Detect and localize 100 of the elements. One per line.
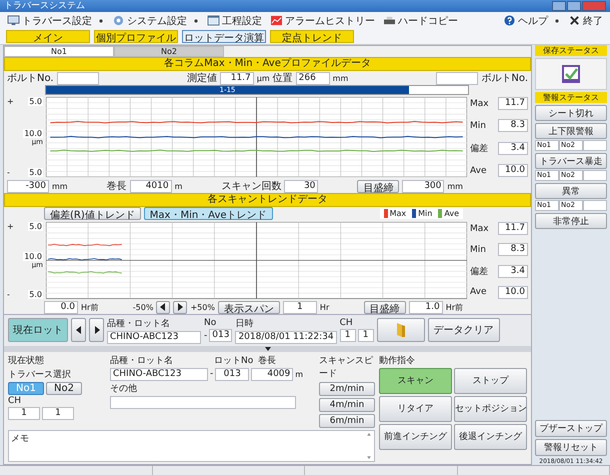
unit-label: mm — [447, 182, 463, 191]
value-field: 4010 — [130, 180, 172, 193]
previous-button[interactable] — [156, 300, 170, 314]
field-label: 位置 — [272, 72, 293, 85]
printer-icon — [383, 15, 396, 26]
field-label: No — [204, 318, 218, 328]
value-field: 300 — [402, 180, 444, 193]
axis-value: 5.0 — [28, 290, 43, 299]
value-field: 1.0 — [408, 300, 443, 314]
lot-number-field: 013 — [209, 329, 232, 342]
field-label: 日時 — [235, 318, 254, 330]
panel-title: 現在状態 — [8, 354, 45, 367]
toolbar-button[interactable]: トラバース設定 — [4, 13, 95, 28]
field-label: 測定値 — [186, 72, 217, 85]
bolt-number-field[interactable] — [436, 72, 478, 84]
display-span-button[interactable]: 表示スパン — [218, 300, 280, 314]
memo-field[interactable]: メモ — [8, 430, 375, 462]
field-label: 巻長 — [258, 354, 276, 367]
tab[interactable]: メイン — [6, 30, 90, 43]
field-label: トラバース選択 — [8, 368, 72, 381]
command-button[interactable]: リタイア — [379, 396, 452, 422]
scan-speed-button[interactable]: 2m/min — [319, 382, 375, 396]
tab[interactable]: ロットデータ演算 — [182, 30, 266, 43]
axis-value: 10.0 — [23, 128, 43, 138]
toolbar-button[interactable]: 工程設定 — [204, 13, 265, 28]
help-icon — [503, 15, 516, 26]
stat-label: 偏差 — [470, 142, 488, 155]
field-label: 巻長 — [106, 180, 127, 194]
bolt-number-field[interactable] — [56, 72, 99, 84]
section-header: 各スキャントレンドデータ — [4, 193, 531, 208]
traverse-button[interactable]: No2 — [46, 382, 82, 395]
current-lot-button[interactable]: 現在ロット — [8, 318, 68, 342]
stat-label: Ave — [470, 287, 486, 298]
stat-value: 8.3 — [498, 243, 528, 256]
alarm-button[interactable]: 上下限警報 — [535, 123, 607, 139]
command-button[interactable]: ストップ — [454, 368, 527, 394]
minimize-button[interactable] — [552, 1, 566, 11]
command-button[interactable]: セットポジション — [454, 396, 527, 422]
alarm-button[interactable]: 異常 — [535, 183, 607, 199]
unit-label: m — [295, 370, 304, 379]
field-label: スキャン回数 — [221, 180, 282, 194]
axis-sign: + — [7, 97, 14, 106]
trend-mode-button[interactable]: 偏差(R)値トレンド — [44, 207, 141, 220]
field-label: CH — [340, 318, 354, 328]
unit-label: Hr — [320, 302, 330, 312]
value-field: 1 — [282, 300, 317, 314]
close-icon — [568, 15, 581, 26]
sidebar-button[interactable]: ブザーストップ — [535, 420, 607, 437]
stat-value: 11.7 — [498, 97, 528, 110]
toolbar-button[interactable]: アラームヒストリー — [267, 13, 378, 28]
caret-icon — [554, 18, 560, 24]
tab[interactable]: No2 — [114, 46, 224, 57]
field-label: ボルトNo. — [481, 72, 528, 85]
other-field[interactable] — [110, 396, 296, 409]
unit-label: Hr前 — [446, 302, 463, 313]
toolbar-button[interactable]: ヘルプ — [500, 13, 551, 28]
toolbar-button[interactable]: ハードコピー — [380, 13, 461, 28]
close-button[interactable] — [582, 1, 606, 11]
maximize-button[interactable] — [567, 1, 581, 11]
next-button[interactable] — [89, 318, 104, 342]
channel-field: 1 — [42, 406, 74, 420]
tab[interactable]: 個別プロファイル — [94, 30, 178, 43]
tab[interactable]: No1 — [4, 46, 114, 57]
previous-button[interactable] — [71, 318, 86, 342]
unit-label: mm — [52, 182, 68, 191]
command-button[interactable]: 後退インチング — [454, 424, 527, 450]
alarm-button[interactable]: シート切れ — [535, 105, 607, 121]
stat-label: Min — [470, 244, 486, 255]
unit-label: Hr前 — [81, 302, 98, 313]
alarm-button[interactable]: トラバース暴走 — [535, 153, 607, 169]
tab[interactable]: 定点トレンド — [270, 30, 354, 43]
field-label: ボルトNo. — [7, 72, 54, 85]
folder-button[interactable] — [376, 318, 425, 342]
scale-button[interactable]: 目盛締 — [364, 300, 406, 314]
scale-button[interactable]: 目盛締 — [357, 180, 400, 193]
next-button[interactable] — [173, 300, 188, 314]
field-label: CH — [8, 396, 22, 406]
field-label: ロットNo — [214, 354, 254, 367]
scan-speed-button[interactable]: 4m/min — [319, 398, 375, 412]
unit-label: mm — [332, 74, 348, 82]
gear-icon — [112, 15, 125, 26]
left-triangle-icon — [76, 326, 82, 334]
unit-label: m — [174, 182, 182, 191]
toolbar-button[interactable]: 終了 — [565, 13, 606, 28]
field-label: メモ — [11, 432, 29, 446]
alarm-button[interactable]: 非常停止 — [535, 213, 607, 229]
sidebar-button[interactable]: 警報リセット — [535, 439, 607, 456]
scrollbar[interactable] — [366, 432, 372, 460]
data-clear-button[interactable]: データクリア — [428, 318, 500, 342]
trend-mode-button[interactable]: Max・Min・Aveトレンド — [144, 207, 273, 220]
value-field: 11.7 — [220, 72, 254, 84]
toolbar-button[interactable]: システム設定 — [109, 13, 190, 28]
command-button[interactable]: 前進インチング — [379, 424, 452, 450]
axis-value: 10.0 — [23, 252, 43, 262]
length-field: 4009 — [251, 368, 294, 381]
channel-field: 1 — [8, 406, 40, 420]
command-button[interactable]: スキャン — [379, 368, 452, 394]
axis-sign: + — [7, 222, 14, 232]
lot-name-field: CHINO-ABC123 — [107, 330, 201, 344]
scan-speed-button[interactable]: 6m/min — [319, 414, 375, 428]
